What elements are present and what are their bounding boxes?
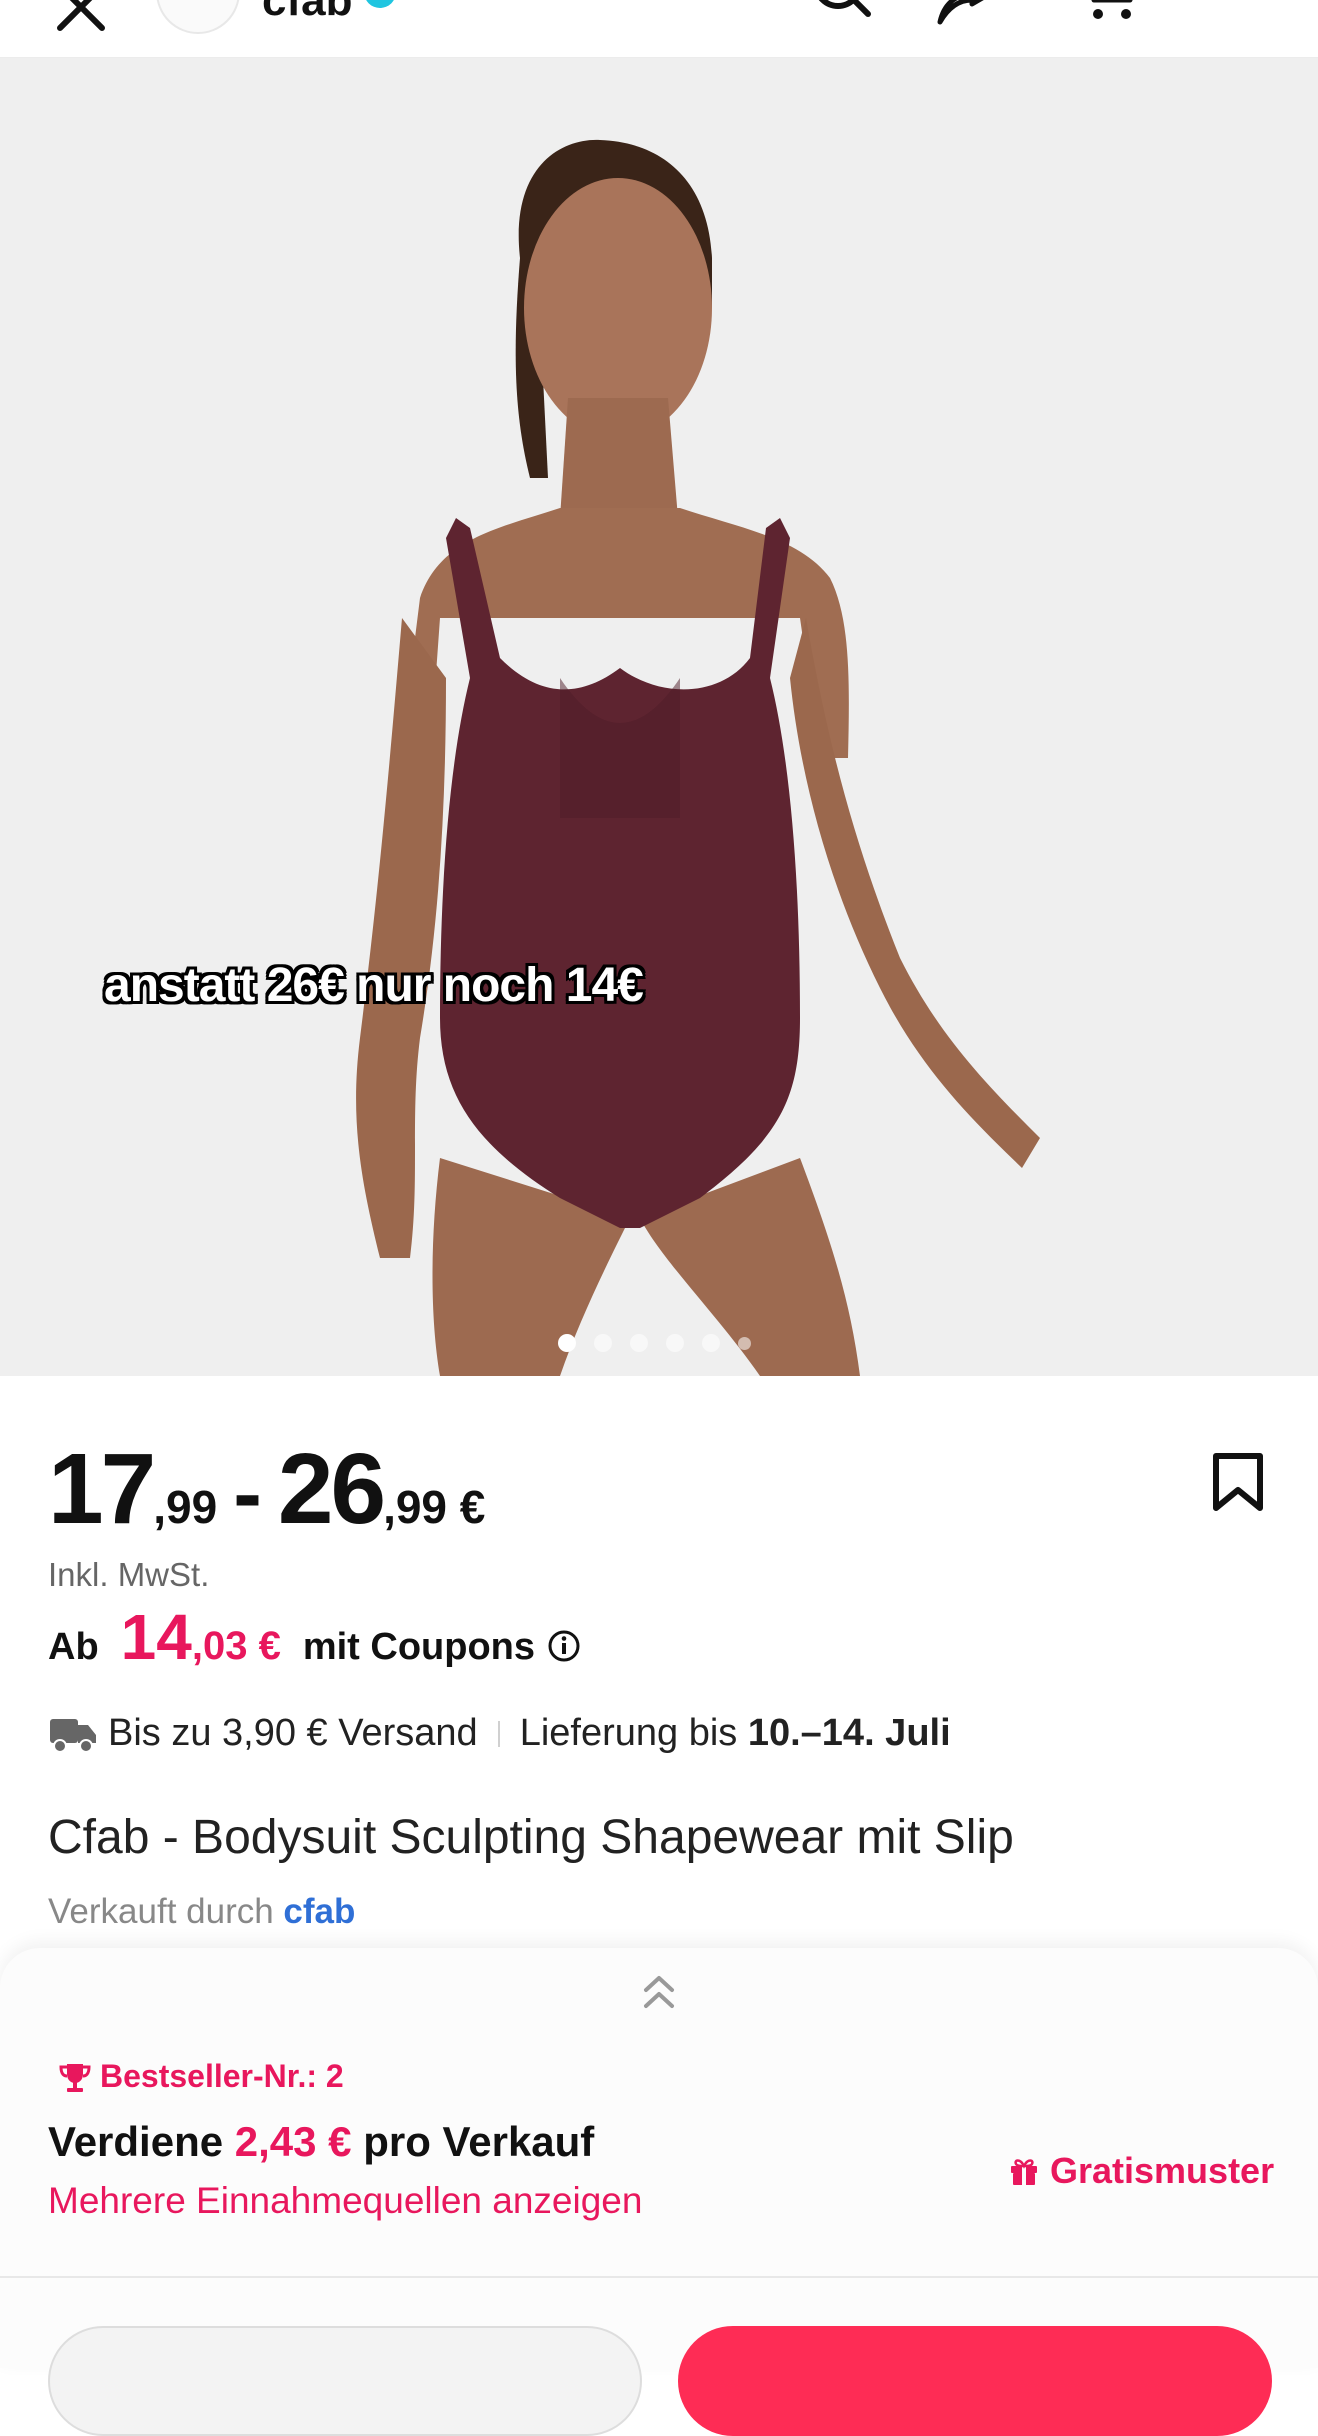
- earn-suffix: pro Verkauf: [351, 2118, 595, 2165]
- cart-icon[interactable]: [1076, 0, 1142, 28]
- earn-prefix: Verdiene: [48, 2118, 235, 2165]
- coupon-price-row[interactable]: Ab 14,03 € mit Coupons: [48, 1600, 581, 1674]
- bestseller-label: Bestseller-Nr.: 2: [100, 2058, 344, 2094]
- free-sample-button[interactable]: Gratismuster: [1008, 2150, 1274, 2192]
- delivery-dates: 10.–14. Juli: [747, 1712, 951, 1754]
- carousel-dot[interactable]: [666, 1334, 684, 1352]
- seller-link[interactable]: cfab: [283, 1892, 355, 1931]
- primary-action-button[interactable]: [678, 2326, 1272, 2436]
- top-bar: cfab: [0, 0, 1318, 58]
- carousel-dot[interactable]: [738, 1336, 751, 1350]
- divider: [497, 1720, 500, 1747]
- truck-icon: [50, 1718, 96, 1753]
- coupon-price-cents: ,03 €: [191, 1624, 281, 1668]
- trophy-icon: [59, 2063, 91, 2092]
- price-separator: -: [233, 1446, 262, 1542]
- delivery-prefix: Lieferung bis: [519, 1712, 748, 1754]
- carousel-dot[interactable]: [702, 1334, 720, 1352]
- secondary-action-button[interactable]: [48, 2326, 642, 2436]
- product-image-carousel[interactable]: anstatt 26€ nur noch 14€: [0, 58, 1318, 1376]
- shop-avatar[interactable]: [156, 0, 240, 34]
- carousel-dot-active[interactable]: [558, 1334, 576, 1352]
- price-range: 17,99-26,99 €: [48, 1432, 485, 1547]
- carousel-dots[interactable]: [558, 1334, 751, 1352]
- shipping-row[interactable]: Bis zu 3,90 € Versand Lieferung bis 10.–…: [48, 1712, 951, 1755]
- shop-name[interactable]: cfab: [262, 0, 352, 26]
- verified-badge-icon: [364, 0, 396, 8]
- bookmark-icon[interactable]: [1210, 1452, 1266, 1512]
- shipping-cost: Bis zu 3,90 € Versand: [108, 1712, 478, 1754]
- carousel-dot[interactable]: [630, 1334, 648, 1352]
- seller-prefix: Verkauft durch: [48, 1892, 284, 1931]
- earnings-line: Verdiene 2,43 € pro Verkauf: [48, 2118, 594, 2166]
- search-icon[interactable]: [808, 0, 874, 28]
- coupon-price-whole: 14: [120, 1601, 192, 1673]
- free-sample-label: Gratismuster: [1050, 2150, 1275, 2191]
- show-income-sources-link[interactable]: Mehrere Einnahmequellen anzeigen: [48, 2180, 642, 2222]
- price-min-whole: 17: [48, 1433, 156, 1545]
- close-icon[interactable]: [52, 0, 112, 38]
- video-caption-overlay: anstatt 26€ nur noch 14€: [104, 959, 644, 1012]
- sheet-divider: [0, 2276, 1318, 2278]
- delivery-estimate: Lieferung bis 10.–14. Juli: [520, 1712, 951, 1755]
- price-min-cents: ,99: [153, 1481, 218, 1533]
- coupon-prefix: Ab: [48, 1626, 99, 1668]
- info-icon[interactable]: [547, 1629, 581, 1663]
- expand-chevron-icon[interactable]: [640, 1970, 678, 2014]
- bestseller-badge: Bestseller-Nr.: 2: [58, 2058, 344, 2095]
- price-max-whole: 26: [277, 1433, 386, 1545]
- seller-line: Verkauft durch cfab: [48, 1892, 355, 1932]
- affiliate-bottom-sheet: Bestseller-Nr.: 2 Verdiene 2,43 € pro Ve…: [0, 1948, 1318, 2436]
- carousel-dot[interactable]: [594, 1334, 612, 1352]
- product-photo: [0, 58, 1318, 1376]
- vat-note: Inkl. MwSt.: [48, 1556, 210, 1593]
- earn-amount: 2,43 €: [234, 2118, 352, 2165]
- share-icon[interactable]: [934, 0, 1000, 28]
- coupon-suffix: mit Coupons: [302, 1626, 536, 1668]
- gift-icon: [1011, 2159, 1037, 2185]
- price-max-cents: ,99 €: [383, 1481, 486, 1533]
- product-title: Cfab - Bodysuit Sculpting Shapewear mit …: [48, 1811, 1014, 1864]
